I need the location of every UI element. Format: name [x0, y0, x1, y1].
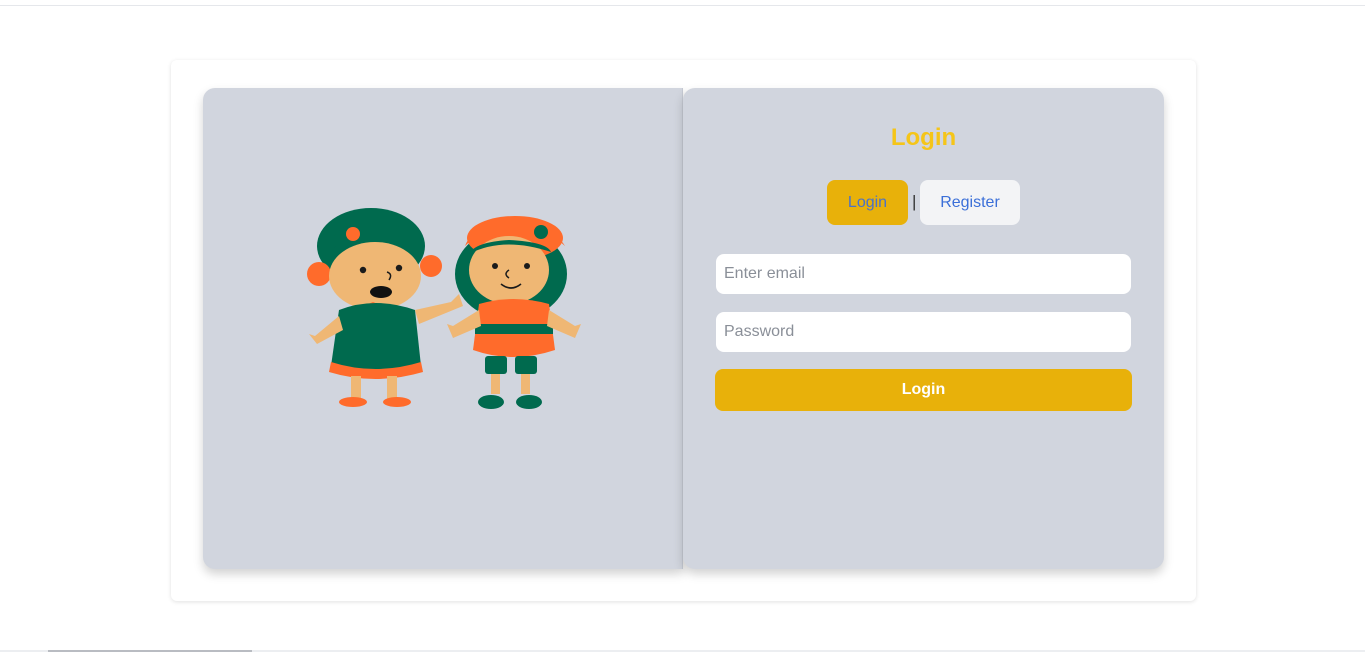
tab-login[interactable]: Login	[827, 180, 908, 225]
top-divider	[0, 5, 1365, 6]
two-kids-illustration-icon	[307, 208, 581, 409]
email-field[interactable]	[716, 254, 1131, 294]
login-submit-button[interactable]: Login	[715, 369, 1132, 411]
right-kid-figure	[447, 216, 581, 409]
illustration-panel	[203, 88, 683, 569]
password-field[interactable]	[716, 312, 1131, 352]
tab-register[interactable]: Register	[920, 180, 1020, 225]
tab-separator: |	[912, 192, 917, 211]
login-form-panel: Login Login | Register Login	[683, 88, 1164, 569]
left-kid-figure	[307, 208, 463, 407]
form-title: Login	[890, 124, 957, 151]
